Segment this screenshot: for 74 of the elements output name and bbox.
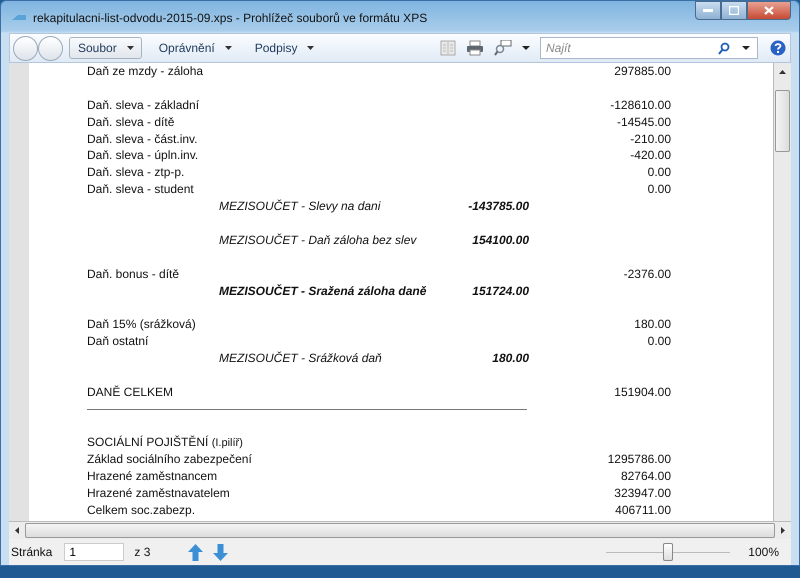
close-button[interactable] (747, 1, 791, 20)
caret-icon (224, 46, 232, 50)
caret-icon (307, 46, 314, 50)
row-label: Daň. sleva - část.inv. (87, 130, 198, 148)
row-value: -128610.00 (610, 96, 671, 114)
page-number-field[interactable]: 1 (64, 543, 124, 561)
row-label: Daň. sleva - dítě (87, 114, 176, 131)
row-value: 297885.00 (614, 63, 671, 80)
row-label: DANĚ CELKEM (87, 384, 174, 401)
subtotal-value: -143785.00 (468, 198, 529, 216)
caret-icon (126, 46, 134, 50)
row-value: -420.00 (630, 147, 671, 164)
minimize-button[interactable] (695, 1, 721, 20)
document-icon (11, 12, 27, 22)
print-icon[interactable] (466, 40, 484, 56)
row-value: 151904.00 (614, 384, 671, 401)
row-value: 180.00 (634, 316, 671, 334)
row-label: Celkem soc.zabezp. (87, 502, 196, 520)
page-count: z 3 (134, 545, 150, 559)
slider-thumb[interactable] (663, 543, 674, 561)
row-label: Hrazené zaměstnavatelem (87, 485, 231, 502)
maximize-button[interactable] (721, 1, 747, 20)
row-value: 0.00 (648, 164, 671, 182)
row-label: Daň. bonus - dítě (87, 266, 180, 283)
caret-icon[interactable] (742, 46, 750, 51)
row-value: 406711.00 (615, 502, 671, 520)
help-icon[interactable] (770, 40, 786, 56)
zoom-level: 100% (748, 545, 779, 559)
up-arrow-icon[interactable] (188, 544, 204, 560)
row-label: Hrazené zaměstnancem (87, 468, 218, 486)
row-value: 82764.00 (620, 468, 671, 486)
subtotal-label: MEZISOUČET - Srážková daň (219, 350, 383, 368)
scroll-up-icon[interactable] (779, 70, 786, 74)
row-value: 0.00 (648, 181, 671, 198)
subtotal-label: MEZISOUČET - Slevy na dani (219, 198, 382, 216)
menu-button[interactable]: Oprávnění (150, 37, 238, 59)
minimize-icon (703, 8, 713, 12)
scroll-right-icon[interactable] (781, 527, 785, 534)
down-arrow-icon[interactable] (213, 544, 228, 560)
row-label: Daň ostatní (87, 333, 150, 350)
scroll-thumb[interactable] (775, 90, 790, 152)
row-label: Daň. sleva - základní (87, 96, 200, 114)
section-heading: SOCIÁLNÍ POJIŠTĚNÍ (I.pilíř) (87, 434, 244, 452)
row-value: -210.00 (630, 130, 671, 148)
row-value: 1295786.00 (608, 451, 671, 468)
menu-button[interactable]: Soubor (69, 37, 142, 59)
row-label: Daň. sleva - student (87, 181, 195, 198)
zoom-icon[interactable] (494, 40, 512, 56)
vertical-scrollbar[interactable] (773, 63, 791, 521)
subtotal-value: 180.00 (492, 350, 529, 368)
maximize-icon (729, 6, 739, 15)
horizontal-scrollbar[interactable] (9, 521, 791, 539)
menu-button[interactable]: Podpisy (246, 37, 320, 59)
window-title: rekapitulacni-list-odvodu-2015-09.xps - Prohlížeč souborů ve formátu XPS (33, 10, 428, 25)
row-label: Základ sociálního zabezpečení (87, 451, 253, 468)
caret-icon[interactable] (522, 46, 530, 50)
subtotal-label: MEZISOUČET - Sražená záloha daně (219, 282, 428, 300)
close-icon (764, 6, 774, 15)
row-value: -2376.00 (624, 266, 671, 283)
row-label: Daň ze mzdy - záloha (87, 63, 204, 80)
row-label: Daň. sleva - úpln.inv. (87, 147, 200, 164)
search-field[interactable]: Najít (540, 37, 758, 59)
row-value: -14545.00 (616, 114, 671, 131)
row-value: 323947.00 (614, 485, 671, 502)
scroll-left-icon[interactable] (15, 527, 19, 534)
subtotal-label: MEZISOUČET - Daň záloha bez slev (219, 232, 418, 249)
row-label: Daň 15% (srážková) (87, 316, 197, 334)
search-icon[interactable] (718, 42, 730, 55)
subtotal-value: 154100.00 (472, 232, 529, 249)
subtotal-value: 151724.00 (472, 282, 529, 300)
row-value: 0.00 (648, 333, 671, 350)
scroll-thumb[interactable] (25, 523, 775, 538)
row-label: Daň. sleva - ztp-p. (87, 164, 186, 182)
page-label: Stránka (11, 545, 52, 559)
